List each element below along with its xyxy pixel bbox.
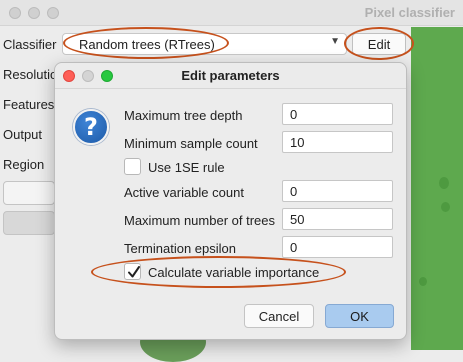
classifier-select-value: Random trees (RTrees)	[79, 37, 215, 52]
features-label: Features	[3, 97, 55, 112]
background-button[interactable]	[3, 181, 55, 205]
image-spot	[441, 202, 450, 212]
output-label: Output	[3, 127, 43, 142]
main-window-title: Pixel classifier	[364, 5, 455, 20]
main-maximize-button[interactable]	[47, 7, 59, 19]
max-tree-depth-input[interactable]: 0	[282, 103, 393, 125]
region-label: Region	[3, 157, 45, 172]
image-spot	[439, 177, 449, 189]
dialog-titlebar: Edit parameters	[55, 63, 406, 89]
cancel-button[interactable]: Cancel	[244, 304, 314, 328]
termination-epsilon-input[interactable]: 0	[282, 236, 393, 258]
dialog-title: Edit parameters	[181, 68, 280, 83]
dropdown-arrow-icon: ▼	[330, 36, 340, 47]
min-sample-count-input[interactable]: 10	[282, 131, 393, 153]
resolution-label: Resolutio	[3, 67, 58, 82]
background-button[interactable]	[3, 211, 55, 235]
main-minimize-button[interactable]	[28, 7, 40, 19]
active-variable-count-label: Active variable count	[124, 185, 244, 200]
main-titlebar: Pixel classifier	[0, 0, 463, 26]
checkmark-icon	[128, 266, 140, 278]
active-variable-count-input[interactable]: 0	[282, 180, 393, 202]
max-tree-depth-label: Maximum tree depth	[124, 108, 243, 123]
use-1se-label: Use 1SE rule	[148, 160, 225, 175]
classifier-select[interactable]: Random trees (RTrees) ▼	[62, 33, 347, 55]
variable-importance-checkbox[interactable]	[124, 263, 141, 280]
termination-epsilon-label: Termination epsilon	[124, 241, 237, 256]
image-spot	[419, 277, 427, 286]
classifier-label: Classifier	[3, 37, 57, 52]
max-number-trees-label: Maximum number of trees	[124, 213, 275, 228]
variable-importance-label: Calculate variable importance	[148, 265, 320, 280]
min-sample-count-label: Minimum sample count	[124, 136, 258, 151]
ok-button[interactable]: OK	[325, 304, 394, 328]
main-close-button[interactable]	[9, 7, 21, 19]
use-1se-checkbox[interactable]	[124, 158, 141, 175]
image-viewer-preview[interactable]	[411, 27, 463, 350]
edit-parameters-dialog: Edit parameters ? Maximum tree depth 0 M…	[54, 62, 407, 340]
max-number-trees-input[interactable]: 50	[282, 208, 393, 230]
question-icon: ?	[73, 109, 109, 145]
edit-button[interactable]: Edit	[352, 33, 406, 55]
